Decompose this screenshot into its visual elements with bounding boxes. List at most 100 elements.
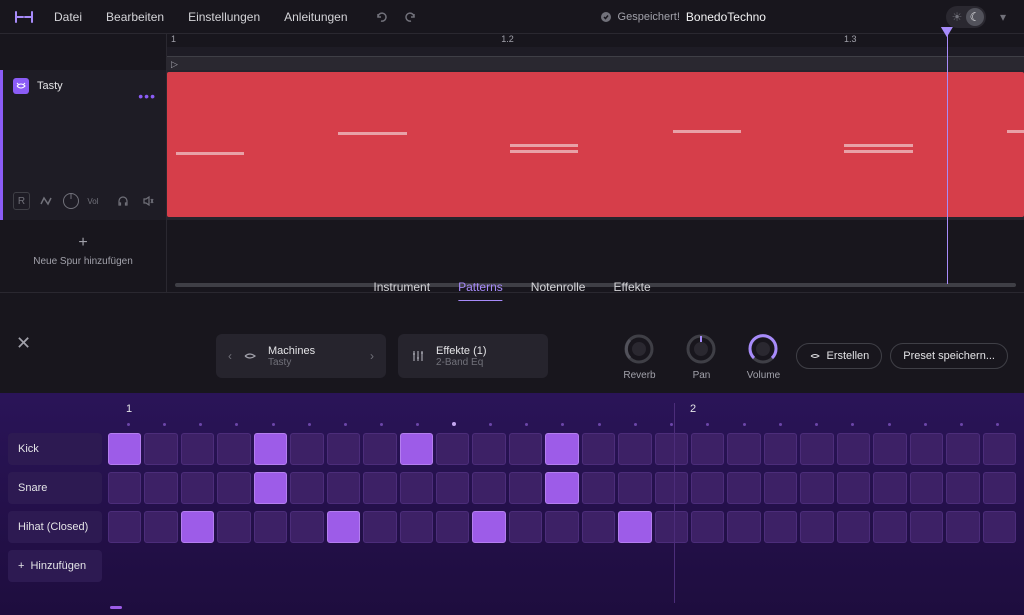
seq-label-hihat[interactable]: Hihat (Closed) [8,511,102,543]
tab-patterns[interactable]: Patterns [458,274,503,301]
seq-cell[interactable] [873,472,906,504]
seq-cell[interactable] [327,433,360,465]
tab-instrument[interactable]: Instrument [373,274,430,301]
seq-cell[interactable] [691,433,724,465]
seq-cell[interactable] [509,472,542,504]
timeline-ruler[interactable]: 1 1.2 1.3 ▷ [167,34,1024,70]
add-instrument-button[interactable]: +Hinzufügen [8,550,102,582]
seq-cell[interactable] [217,472,250,504]
seq-cell[interactable] [400,472,433,504]
record-arm-button[interactable]: R [13,192,30,210]
collapse-icon[interactable]: ▾ [994,8,1012,26]
seq-cell[interactable] [327,511,360,543]
headphones-icon[interactable] [115,192,132,210]
clip-area[interactable] [167,70,1024,220]
seq-cell[interactable] [764,511,797,543]
mute-icon[interactable] [139,192,156,210]
seq-cell[interactable] [108,472,141,504]
seq-cell[interactable] [436,472,469,504]
menu-settings[interactable]: Einstellungen [188,10,260,24]
seq-cell[interactable] [800,511,833,543]
seq-cell[interactable] [946,433,979,465]
tab-notenrolle[interactable]: Notenrolle [531,274,586,301]
chevron-left-icon[interactable]: ‹ [228,349,232,363]
seq-cell[interactable] [618,472,651,504]
seq-cell[interactable] [618,511,651,543]
seq-cell[interactable] [327,472,360,504]
seq-cell[interactable] [727,511,760,543]
audio-clip[interactable] [167,72,1024,217]
seq-cell[interactable] [363,433,396,465]
seq-cell[interactable] [946,511,979,543]
seq-cell[interactable] [254,511,287,543]
seq-cell[interactable] [217,511,250,543]
seq-cell[interactable] [400,433,433,465]
seq-cell[interactable] [290,511,323,543]
seq-cell[interactable] [727,433,760,465]
seq-cell[interactable] [144,472,177,504]
seq-cell[interactable] [436,511,469,543]
seq-cell[interactable] [983,433,1016,465]
seq-cell[interactable] [582,433,615,465]
seq-cell[interactable] [509,511,542,543]
seq-cell[interactable] [837,433,870,465]
theme-dark-button[interactable]: ☾ [966,8,984,26]
automation-icon[interactable] [38,192,55,210]
seq-cell[interactable] [472,511,505,543]
seq-cell[interactable] [618,433,651,465]
add-track-button[interactable]: + Neue Spur hinzufügen [0,220,166,280]
loop-marker-icon[interactable]: ▷ [171,59,178,70]
seq-cell[interactable] [764,433,797,465]
seq-cell[interactable] [582,472,615,504]
create-button[interactable]: Erstellen [796,343,882,369]
close-editor-button[interactable]: ✕ [16,333,36,354]
seq-cell[interactable] [472,433,505,465]
seq-cell[interactable] [691,472,724,504]
seq-cell[interactable] [582,511,615,543]
seq-cell[interactable] [400,511,433,543]
menu-file[interactable]: Datei [54,10,82,24]
seq-cell[interactable] [290,433,323,465]
menu-help[interactable]: Anleitungen [284,10,347,24]
seq-cell[interactable] [108,511,141,543]
seq-cell[interactable] [655,433,688,465]
seq-cell[interactable] [727,472,760,504]
pan-knob[interactable] [684,332,718,366]
seq-cell[interactable] [655,511,688,543]
seq-cell[interactable] [290,472,323,504]
project-name[interactable]: BonedoTechno [686,10,766,24]
track-item[interactable]: Tasty ••• R Vol [0,70,166,220]
seq-cell[interactable] [509,433,542,465]
seq-cell[interactable] [436,433,469,465]
seq-cell[interactable] [363,472,396,504]
seq-cell[interactable] [837,472,870,504]
seq-cell[interactable] [144,511,177,543]
seq-cell[interactable] [691,511,724,543]
fx-selector[interactable]: Effekte (1) 2-Band Eq [398,334,548,378]
theme-light-button[interactable]: ☀ [948,8,966,26]
timeline-main[interactable]: 1 1.2 1.3 ▷ [167,34,1024,292]
seq-cell[interactable] [545,472,578,504]
machine-selector[interactable]: ‹ Machines Tasty › [216,334,386,378]
seq-cell[interactable] [655,472,688,504]
app-logo[interactable] [12,5,36,29]
seq-cell[interactable] [254,433,287,465]
playhead[interactable] [947,34,948,284]
seq-cell[interactable] [910,511,943,543]
seq-cell[interactable] [181,433,214,465]
seq-cell[interactable] [910,472,943,504]
undo-button[interactable] [372,8,390,26]
seq-progress[interactable] [110,606,1016,609]
seq-label-kick[interactable]: Kick [8,433,102,465]
save-preset-button[interactable]: Preset speichern... [890,343,1008,369]
track-menu-button[interactable]: ••• [138,88,156,104]
seq-cell[interactable] [764,472,797,504]
theme-toggle[interactable]: ☀ ☾ [946,6,986,28]
seq-cell[interactable] [837,511,870,543]
seq-cell[interactable] [472,472,505,504]
seq-cell[interactable] [910,433,943,465]
menu-edit[interactable]: Bearbeiten [106,10,164,24]
seq-cell[interactable] [217,433,250,465]
seq-cell[interactable] [181,511,214,543]
volume-knob[interactable] [746,332,780,366]
